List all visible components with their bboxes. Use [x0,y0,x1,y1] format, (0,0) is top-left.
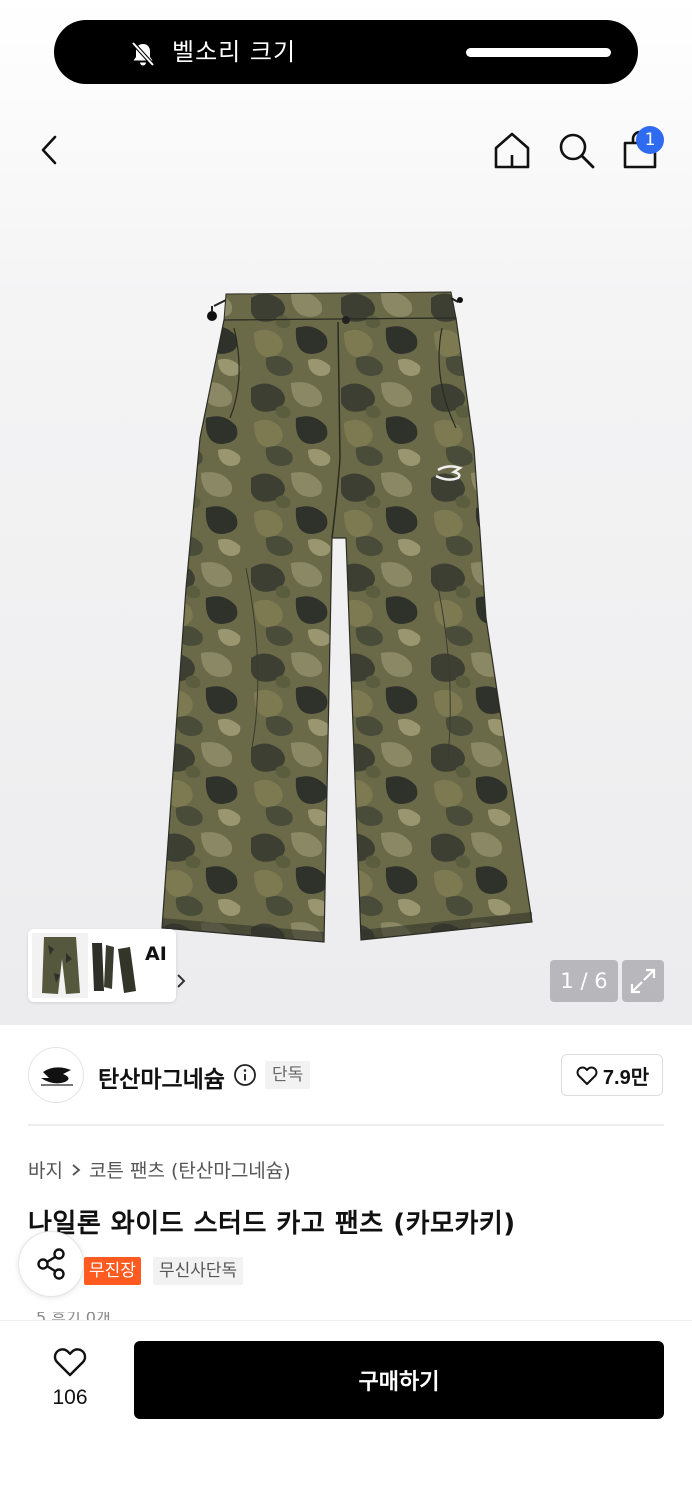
breadcrumb: 바지 코튼 팬츠 (탄산마그네슘) [28,1156,291,1183]
breadcrumb-subcategory[interactable]: 코튼 팬츠 (탄산마그네슘) [89,1156,291,1183]
info-icon[interactable] [233,1063,257,1087]
review-summary-text: 5 후기 0개 [36,1312,176,1320]
musinsa-exclusive-badge: 무신사단독 [153,1257,244,1285]
bell-muted-icon [131,41,155,67]
expand-icon [630,968,656,994]
search-button[interactable] [552,126,600,174]
thumbnail-images [32,933,136,998]
product-title: 나일론 와이드 스터드 카고 팬츠 (카모카키) [28,1209,516,1239]
brand-like-count: 7.9만 [602,1066,650,1089]
wishlist-count: 106 [52,1386,88,1409]
chevron-right-icon [177,974,186,988]
product-image[interactable] [156,288,536,948]
image-page-counter: 1 / 6 [550,960,618,1002]
home-button[interactable] [488,126,536,174]
ai-thumbnail-card[interactable]: AI [28,929,186,1002]
search-icon [559,133,595,169]
buy-button[interactable]: 구매하기 [134,1341,664,1419]
breadcrumb-category[interactable]: 바지 [28,1156,63,1183]
divider [28,1124,664,1126]
cart-count-badge: 1 [636,126,664,154]
chevron-right-icon [71,1163,81,1177]
ai-label: AI [145,943,167,965]
expand-image-button[interactable] [622,960,664,1002]
mujinjang-badge: 무진장 [84,1257,141,1285]
brand-name[interactable]: 탄산마그네슘 [98,1060,225,1094]
brand-like-button[interactable]: 7.9만 [561,1054,663,1096]
wishlist-button[interactable]: 106 [40,1342,100,1412]
volume-level-bar [466,48,611,57]
review-summary-peek: 5 후기 0개 [36,1312,176,1320]
back-button[interactable] [28,128,72,172]
volume-notification: 벨소리 크기 [54,20,638,84]
brand-logo[interactable] [28,1047,84,1103]
heart-outline-icon [576,1066,598,1085]
share-button[interactable] [18,1231,84,1297]
chevron-left-icon [41,135,57,165]
brand-logo-mark [41,1067,73,1086]
exclusive-chip: 단독 [265,1061,311,1089]
notification-label: 벨소리 크기 [172,38,297,66]
heart-outline-icon [53,1348,87,1377]
share-icon [37,1248,65,1280]
home-icon [494,132,530,169]
